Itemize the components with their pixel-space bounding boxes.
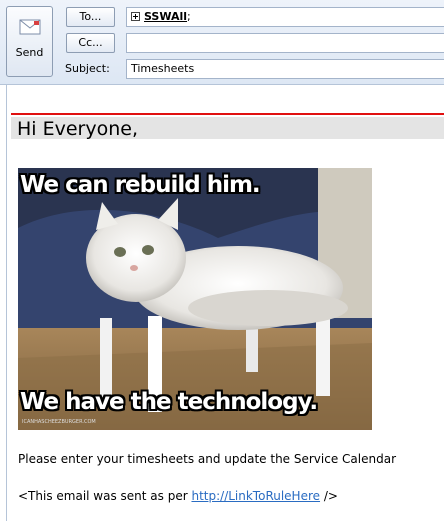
- rule-prefix: <This email was sent as per: [18, 489, 192, 503]
- cc-button[interactable]: Cc...: [66, 33, 115, 53]
- instruction-text: Please enter your timesheets and update …: [18, 452, 396, 466]
- red-divider: [11, 113, 444, 115]
- rule-suffix: />: [320, 489, 338, 503]
- greeting-heading: Hi Everyone,: [11, 117, 444, 140]
- meme-top-caption: We can rebuild him.: [20, 172, 261, 198]
- recipient-sswall[interactable]: SSWAll: [144, 10, 187, 23]
- send-button[interactable]: Send: [6, 6, 53, 77]
- compose-header: Send To... SSWAll; Cc... Subject: Timesh…: [0, 0, 444, 85]
- meme-credit: ICANHASCHEEZBURGER.COM: [22, 419, 96, 425]
- recipient-separator: ;: [187, 10, 191, 23]
- expand-plus-icon[interactable]: [131, 11, 140, 21]
- to-field[interactable]: SSWAll;: [126, 7, 444, 27]
- rule-link[interactable]: http://LinkToRuleHere: [191, 489, 320, 503]
- cc-field[interactable]: [126, 33, 444, 53]
- rule-line: <This email was sent as per http://LinkT…: [18, 489, 338, 503]
- cat-meme-image: We can rebuild him. We have the technolo…: [18, 168, 372, 430]
- subject-label: Subject:: [65, 62, 110, 75]
- send-label: Send: [15, 46, 44, 59]
- meme-bottom-caption: We have the technology.: [20, 389, 318, 415]
- to-button[interactable]: To...: [66, 7, 115, 27]
- subject-field[interactable]: Timesheets: [126, 59, 444, 79]
- envelope-icon: [19, 19, 41, 35]
